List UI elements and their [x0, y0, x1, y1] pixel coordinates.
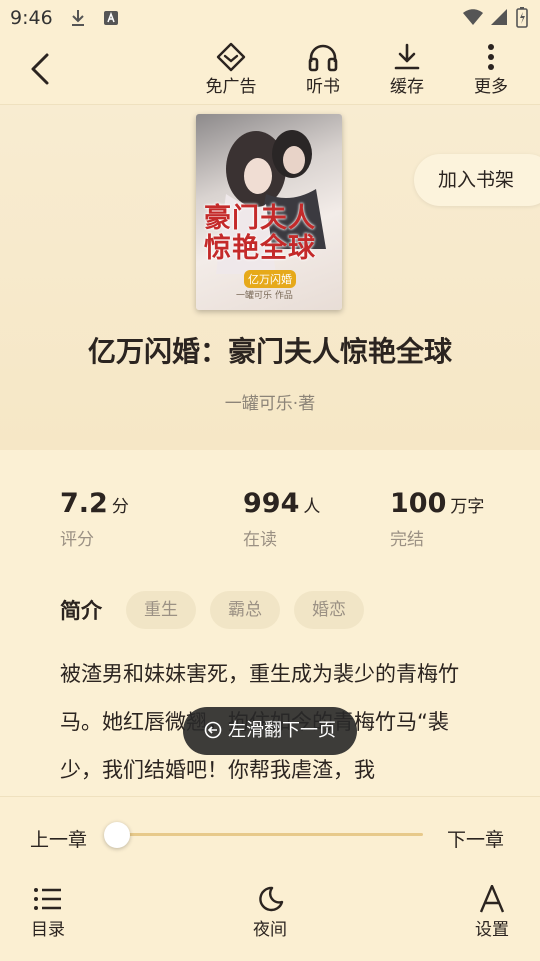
next-chapter-button[interactable]: 下一章: [447, 825, 504, 852]
settings-button[interactable]: 设置: [457, 885, 527, 940]
headphones-icon: [308, 44, 338, 72]
ad-free-button[interactable]: 免广告: [196, 40, 266, 100]
more-vertical-icon: [488, 44, 494, 70]
stat-label: 评分: [60, 530, 94, 550]
book-author: 一罐可乐·著: [224, 394, 316, 414]
stat-readers: 994 人 在读: [243, 488, 320, 550]
list-icon: [34, 888, 61, 910]
toc-label: 目录: [31, 920, 65, 940]
listen-label: 听书: [306, 77, 340, 97]
ad-free-label: 免广告: [205, 77, 257, 97]
stat-value: 994: [243, 488, 300, 519]
cover-badge: 亿万闪婚: [244, 270, 296, 288]
chapter-progress-slider[interactable]: [117, 833, 423, 836]
download-icon: [394, 43, 420, 70]
wifi-icon: [463, 9, 483, 25]
cache-label: 缓存: [390, 77, 424, 97]
table-of-contents-button[interactable]: 目录: [13, 885, 83, 940]
tag-chip[interactable]: 重生: [126, 591, 196, 629]
intro-heading: 简介: [60, 599, 102, 623]
cache-button[interactable]: 缓存: [372, 40, 442, 100]
swipe-hint-toast: 左滑翻下一页: [183, 707, 357, 755]
cover-title: 豪门夫人惊艳全球: [204, 203, 316, 264]
stat-label: 在读: [243, 530, 277, 550]
book-cover[interactable]: 豪门夫人惊艳全球 亿万闪婚 一罐可乐 作品: [196, 114, 342, 310]
stat-unit: 分: [111, 497, 129, 517]
listen-button[interactable]: 听书: [288, 40, 358, 100]
night-label: 夜间: [253, 920, 287, 940]
tag-chip[interactable]: 霸总: [210, 591, 280, 629]
toast-text: 左滑翻下一页: [228, 720, 336, 741]
settings-label: 设置: [475, 920, 509, 940]
cover-byline: 一罐可乐 作品: [236, 291, 293, 301]
status-time: 9:46: [10, 7, 53, 29]
app-notification-icon: [104, 11, 118, 25]
stat-unit: 人: [303, 497, 321, 517]
stat-unit: 万字: [450, 497, 485, 517]
font-settings-icon: [479, 885, 505, 913]
ad-free-diamond-icon: [216, 42, 246, 72]
signal-icon: [491, 9, 507, 25]
status-bar: 9:46: [0, 0, 540, 36]
tag-chip[interactable]: 婚恋: [294, 591, 364, 629]
stat-value: 100: [390, 488, 447, 519]
stat-rating: 7.2 分 评分: [60, 488, 129, 550]
stat-words: 100 万字 完结: [390, 488, 484, 550]
back-arrow-icon[interactable]: [28, 52, 54, 86]
battery-icon: [516, 7, 528, 28]
prev-chapter-button[interactable]: 上一章: [30, 825, 87, 852]
top-toolbar: 免广告 听书 缓存 更多: [0, 36, 540, 105]
more-label: 更多: [474, 77, 508, 97]
more-button[interactable]: 更多: [456, 40, 526, 100]
night-mode-button[interactable]: 夜间: [235, 885, 305, 940]
book-title: 亿万闪婚：豪门夫人惊艳全球: [87, 335, 452, 368]
stat-value: 7.2: [60, 488, 108, 519]
add-to-shelf-button[interactable]: 加入书架: [414, 154, 540, 206]
download-status-icon: [72, 10, 84, 26]
swipe-left-icon: [204, 721, 222, 739]
moon-icon: [259, 886, 284, 912]
progress-slider-handle[interactable]: [104, 822, 130, 848]
stat-label: 完结: [390, 530, 424, 550]
